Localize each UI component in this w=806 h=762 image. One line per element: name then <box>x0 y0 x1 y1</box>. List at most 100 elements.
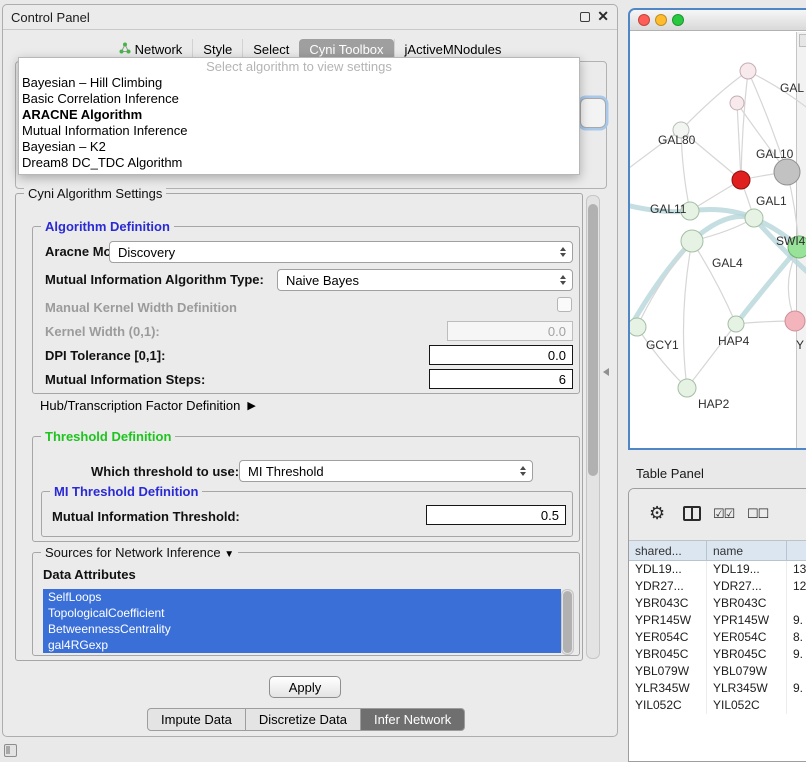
network-canvas[interactable]: GALGAL80GAL10GAL11GAL1SWI4GAL4GCY1HAP4YH… <box>630 32 806 446</box>
table-cell[interactable]: YLR345W <box>707 680 787 697</box>
network-node-hap2[interactable] <box>678 379 696 397</box>
bottom-tab-discretize-data[interactable]: Discretize Data <box>245 708 361 731</box>
bottom-tab-impute-data[interactable]: Impute Data <box>147 708 246 731</box>
table-cell[interactable] <box>787 595 806 612</box>
kernel-width-field[interactable]: 0.0 <box>447 321 573 341</box>
table-body: YDL19...YDL19...13YDR27...YDR27...12YBR0… <box>629 561 806 714</box>
algorithm-option[interactable]: ARACNE Algorithm <box>19 107 579 123</box>
network-node-gcy1[interactable] <box>630 318 646 336</box>
select-none-icon[interactable]: ☐☐ <box>747 506 768 522</box>
minimize-traffic-light[interactable] <box>655 14 667 26</box>
which-threshold-value: MI Threshold <box>248 464 324 479</box>
algorithm-option[interactable]: Bayesian – K2 <box>19 139 579 155</box>
table-cell[interactable]: 9. <box>787 646 806 663</box>
table-cell[interactable]: 9. <box>787 680 806 697</box>
table-cell[interactable]: YBR045C <box>629 646 707 663</box>
panel-corner-icon[interactable] <box>4 744 17 757</box>
manual-kernel-checkbox[interactable] <box>557 297 572 312</box>
network-edge <box>737 103 741 180</box>
table-cell[interactable]: 12 <box>787 578 806 595</box>
columns-icon[interactable] <box>683 506 701 521</box>
close-icon[interactable]: ✕ <box>597 8 609 25</box>
table-row[interactable]: YPR145WYPR145W9. <box>629 612 806 629</box>
attributes-scrollbar[interactable] <box>561 589 574 655</box>
mi-threshold-field[interactable]: 0.5 <box>426 505 566 525</box>
data-attribute-item[interactable]: gal4RGexp <box>43 637 561 653</box>
table-cell[interactable] <box>787 697 806 714</box>
table-cell[interactable]: YER054C <box>629 629 707 646</box>
table-cell[interactable]: YDR27... <box>707 578 787 595</box>
data-attribute-item[interactable]: TopologicalCoefficient <box>43 605 561 621</box>
table-cell[interactable]: YBR043C <box>707 595 787 612</box>
gear-icon[interactable]: ⚙ <box>649 503 665 524</box>
table-cell[interactable]: YDL19... <box>629 561 707 578</box>
data-attribute-item[interactable]: BetweennessCentrality <box>43 621 561 637</box>
bottom-tab-infer-network[interactable]: Infer Network <box>360 708 465 731</box>
network-edge <box>741 71 748 180</box>
node-label: SWI4 <box>776 234 806 248</box>
combo-arrows-icon <box>520 466 526 476</box>
algorithm-option[interactable]: Dream8 DC_TDC Algorithm <box>19 155 579 171</box>
dpi-tolerance-field[interactable]: 0.0 <box>429 345 573 365</box>
select-all-icon[interactable]: ☑☑ <box>713 506 734 522</box>
which-threshold-select[interactable]: MI Threshold <box>239 460 533 482</box>
mi-steps-field[interactable]: 6 <box>429 369 573 389</box>
network-node-mid-pink[interactable] <box>730 96 744 110</box>
network-node-gal4[interactable] <box>681 230 703 252</box>
table-column-header[interactable]: shared... <box>629 541 707 560</box>
zoom-traffic-light[interactable] <box>672 14 684 26</box>
network-node-right-pink[interactable] <box>785 311 805 331</box>
table-row[interactable]: YDL19...YDL19...13 <box>629 561 806 578</box>
table-cell[interactable]: 13 <box>787 561 806 578</box>
network-edge <box>692 241 736 324</box>
table-row[interactable]: YLR345WYLR345W9. <box>629 680 806 697</box>
settings-scrollbar[interactable] <box>586 195 600 659</box>
table-cell[interactable]: YPR145W <box>707 612 787 629</box>
network-edge <box>637 327 687 388</box>
table-cell[interactable] <box>787 663 806 680</box>
table-cell[interactable]: YPR145W <box>629 612 707 629</box>
data-attribute-item[interactable]: SelfLoops <box>43 589 561 605</box>
mi-type-select[interactable]: Naive Bayes <box>277 269 573 291</box>
algorithm-option[interactable]: Basic Correlation Inference <box>19 91 579 107</box>
table-cell[interactable]: YBL079W <box>629 663 707 680</box>
table-column-header[interactable]: name <box>707 541 787 560</box>
data-attributes-list[interactable]: SelfLoopsTopologicalCoefficientBetweenne… <box>43 589 561 655</box>
refresh-button[interactable] <box>580 98 606 128</box>
table-row[interactable]: YBR045CYBR045C9. <box>629 646 806 663</box>
network-node-gal10-red[interactable] <box>732 171 750 189</box>
table-cell[interactable]: YIL052C <box>707 697 787 714</box>
table-cell[interactable]: YIL052C <box>629 697 707 714</box>
table-cell[interactable]: YLR345W <box>629 680 707 697</box>
control-panel-titlebar: Control Panel ✕ <box>3 5 617 30</box>
table-cell[interactable]: YBR043C <box>629 595 707 612</box>
aracne-mode-select[interactable]: Discovery <box>109 241 573 263</box>
table-row[interactable]: YDR27...YDR27...12 <box>629 578 806 595</box>
close-traffic-light[interactable] <box>638 14 650 26</box>
apply-button[interactable]: Apply <box>269 676 341 698</box>
table-cell[interactable]: 8. <box>787 629 806 646</box>
hub-definition-toggle[interactable]: Hub/Transcription Factor Definition ▶ <box>40 398 256 413</box>
manual-kernel-label: Manual Kernel Width Definition <box>45 300 237 315</box>
table-cell[interactable]: YER054C <box>707 629 787 646</box>
tab-label: Network <box>135 42 183 57</box>
table-row[interactable]: YBL079WYBL079W <box>629 663 806 680</box>
table-cell[interactable]: YBR045C <box>707 646 787 663</box>
table-column-header[interactable] <box>787 541 806 560</box>
table-cell[interactable]: 9. <box>787 612 806 629</box>
algorithm-option[interactable]: Bayesian – Hill Climbing <box>19 75 579 91</box>
network-node-gray-hub[interactable] <box>774 159 800 185</box>
panel-collapse-arrow[interactable] <box>603 368 609 376</box>
float-window-icon[interactable] <box>580 12 590 22</box>
network-node-gal1[interactable] <box>745 209 763 227</box>
table-row[interactable]: YIL052CYIL052C <box>629 697 806 714</box>
table-row[interactable]: YBR043CYBR043C <box>629 595 806 612</box>
algorithm-option[interactable]: Mutual Information Inference <box>19 123 579 139</box>
network-node-top-pink[interactable] <box>740 63 756 79</box>
table-cell[interactable]: YDR27... <box>629 578 707 595</box>
sources-title[interactable]: Sources for Network Inference ▼ <box>41 545 238 560</box>
network-node-hap4[interactable] <box>728 316 744 332</box>
table-row[interactable]: YER054CYER054C8. <box>629 629 806 646</box>
table-cell[interactable]: YDL19... <box>707 561 787 578</box>
table-cell[interactable]: YBL079W <box>707 663 787 680</box>
